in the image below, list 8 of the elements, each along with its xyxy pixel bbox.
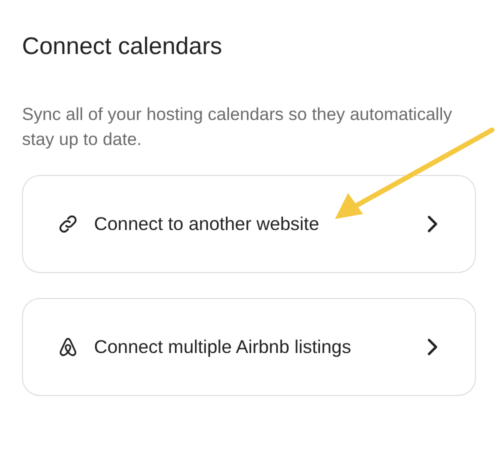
- link-icon: [57, 213, 79, 235]
- chevron-right-icon: [425, 215, 439, 233]
- page-title: Connect calendars: [22, 32, 224, 62]
- connect-option[interactable]: Connect to another website: [22, 175, 476, 273]
- description: Sync all of your hosting calendars so they automatically stay up to date.: [22, 103, 453, 151]
- loop-icon: [57, 336, 79, 358]
- chevron-right-icon: [425, 338, 439, 356]
- connect-option[interactable]: Connect multiple Airbnb listings: [22, 298, 476, 396]
